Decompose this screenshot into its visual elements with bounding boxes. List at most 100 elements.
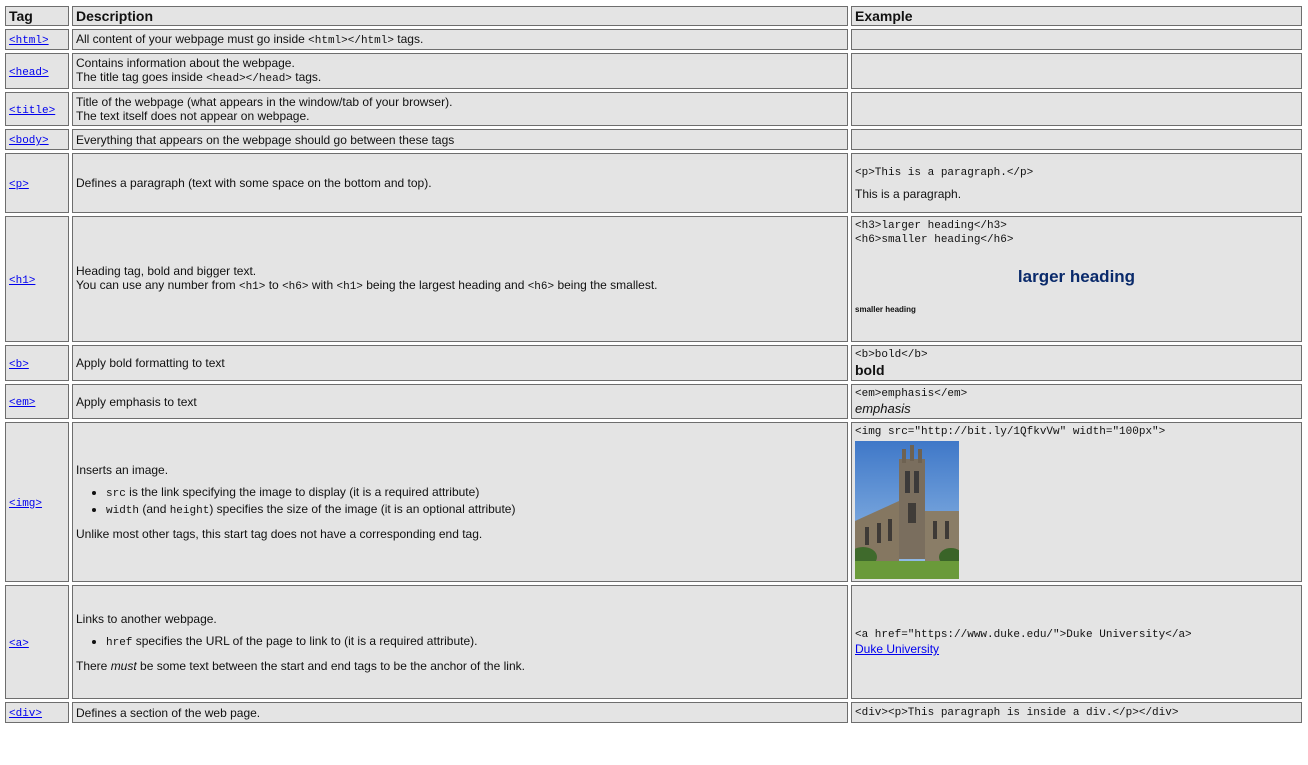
description-cell: Apply emphasis to text <box>72 384 848 419</box>
table-row: <title> Title of the webpage (what appea… <box>5 92 1302 126</box>
example-cell: <em>emphasis</em> emphasis <box>851 384 1302 419</box>
description-cell: Apply bold formatting to text <box>72 345 848 381</box>
example-cell: <a href="https://www.duke.edu/">Duke Uni… <box>851 585 1302 699</box>
attribute-list: src is the link specifying the image to … <box>76 485 844 519</box>
tag-link-head[interactable]: <head> <box>9 67 49 79</box>
description-text: tags. <box>393 32 424 46</box>
example-emphasis-text: emphasis <box>855 401 911 416</box>
example-code: <p>This is a paragraph.</p> <box>855 166 1034 179</box>
tag-cell: <div> <box>5 702 69 723</box>
example-cell: <div><p>This paragraph is inside a div.<… <box>851 702 1302 723</box>
tag-link-div[interactable]: <div> <box>9 708 42 720</box>
description-line: You can use any number from <h1> to <h6>… <box>76 278 844 294</box>
description-text: to <box>265 278 283 292</box>
chapel-image <box>855 441 959 579</box>
example-bold-text: bold <box>855 362 885 378</box>
example-code: <h6>smaller heading</h6> <box>855 234 1014 246</box>
description-text: Defines a section of the web page. <box>76 705 261 720</box>
description-cell: Contains information about the webpage. … <box>72 53 848 89</box>
tag-link-h1[interactable]: <h1> <box>9 275 35 287</box>
tag-link-title[interactable]: <title> <box>9 105 55 117</box>
example-code: <em>emphasis</em> <box>855 388 968 400</box>
description-text: All content of your webpage must go insi… <box>76 32 309 46</box>
description-text: Heading tag, bold and bigger text. <box>76 264 257 278</box>
tag-link-a[interactable]: <a> <box>9 638 29 650</box>
list-item: href specifies the URL of the page to li… <box>106 634 844 651</box>
tag-link-body[interactable]: <body> <box>9 135 49 147</box>
description-text: (and <box>139 502 170 516</box>
duke-university-link[interactable]: Duke University <box>855 642 939 656</box>
inline-code: <html></html> <box>308 35 394 47</box>
table-row: <img> Inserts an image. src is the link … <box>5 422 1302 582</box>
attribute-list: href specifies the URL of the page to li… <box>76 634 844 651</box>
example-code: <img src="http://bit.ly/1QfkvVw" width="… <box>855 426 1166 438</box>
description-cell: Defines a section of the web page. <box>72 702 848 723</box>
description-cell: Title of the webpage (what appears in th… <box>72 92 848 126</box>
description-text: Inserts an image. <box>76 463 169 477</box>
table-row: <a> Links to another webpage. href speci… <box>5 585 1302 699</box>
tag-cell: <body> <box>5 129 69 150</box>
tag-link-b[interactable]: <b> <box>9 359 29 371</box>
description-text: tags. <box>291 70 322 84</box>
header-row: Tag Description Example <box>5 6 1302 26</box>
list-item: src is the link specifying the image to … <box>106 485 844 502</box>
description-text: ) specifies the size of the image (it is… <box>209 502 516 516</box>
tag-link-em[interactable]: <em> <box>9 397 35 409</box>
table-row: <head> Contains information about the we… <box>5 53 1302 89</box>
description-text: The title tag goes inside <box>76 70 207 84</box>
example-cell <box>851 29 1302 50</box>
html-tag-reference-table: Tag Description Example <html> All conte… <box>2 3 1305 726</box>
tag-cell: <p> <box>5 153 69 213</box>
description-cell: Links to another webpage. href specifies… <box>72 585 848 699</box>
table-row: <p> Defines a paragraph (text with some … <box>5 153 1302 213</box>
table-row: <b> Apply bold formatting to text <b>bol… <box>5 345 1302 381</box>
description-text: You can use any number from <box>76 278 239 292</box>
description-text: There <box>76 658 111 673</box>
description-text: Defines a paragraph (text with some spac… <box>76 176 432 190</box>
example-cell: <p>This is a paragraph.</p> This is a pa… <box>851 153 1302 213</box>
description-cell: All content of your webpage must go insi… <box>72 29 848 50</box>
description-text: Apply bold formatting to text <box>76 356 225 370</box>
description-text: Contains information about the webpage. <box>76 56 295 70</box>
example-cell: <b>bold</b> bold <box>851 345 1302 381</box>
description-text: is the link specifying the image to disp… <box>125 485 480 499</box>
description-text: Links to another webpage. <box>76 611 217 626</box>
description-line: The title tag goes inside <head></head> … <box>76 70 844 86</box>
tag-cell: <html> <box>5 29 69 50</box>
table-row: <em> Apply emphasis to text <em>emphasis… <box>5 384 1302 419</box>
description-cell: Everything that appears on the webpage s… <box>72 129 848 150</box>
inline-code: href <box>106 636 133 649</box>
description-text: Title of the webpage (what appears in th… <box>76 95 453 109</box>
tag-cell: <head> <box>5 53 69 89</box>
tag-cell: <img> <box>5 422 69 582</box>
example-cell <box>851 92 1302 126</box>
description-text: be some text between the start and end t… <box>136 658 525 673</box>
description-text: The text itself does not appear on webpa… <box>76 109 310 123</box>
example-h3-heading: larger heading <box>1017 267 1136 286</box>
description-text: Everything that appears on the webpage s… <box>76 132 455 147</box>
example-code: <b>bold</b> <box>855 349 928 361</box>
table-row: <html> All content of your webpage must … <box>5 29 1302 50</box>
tag-link-html[interactable]: <html> <box>9 35 49 47</box>
description-cell: Defines a paragraph (text with some spac… <box>72 153 848 213</box>
example-cell <box>851 53 1302 89</box>
tag-cell: <b> <box>5 345 69 381</box>
description-cell: Heading tag, bold and bigger text. You c… <box>72 216 848 342</box>
inline-code: <h1> <box>336 281 363 293</box>
example-paragraph: This is a paragraph. <box>855 186 962 201</box>
inline-code: <head></head> <box>206 73 292 85</box>
tag-cell: <title> <box>5 92 69 126</box>
example-h6-heading: smaller heading <box>855 305 916 314</box>
table-row: <body> Everything that appears on the we… <box>5 129 1302 150</box>
tag-cell: <em> <box>5 384 69 419</box>
tag-link-p[interactable]: <p> <box>9 179 29 191</box>
table-row: <div> Defines a section of the web page.… <box>5 702 1302 723</box>
description-text: Unlike most other tags, this start tag d… <box>76 527 483 541</box>
tag-cell: <h1> <box>5 216 69 342</box>
example-cell <box>851 129 1302 150</box>
description-text: with <box>308 278 337 292</box>
description-text: being the largest heading and <box>362 278 528 292</box>
example-code: <a href="https://www.duke.edu/">Duke Uni… <box>855 629 1192 641</box>
tag-link-img[interactable]: <img> <box>9 498 42 510</box>
tag-cell: <a> <box>5 585 69 699</box>
